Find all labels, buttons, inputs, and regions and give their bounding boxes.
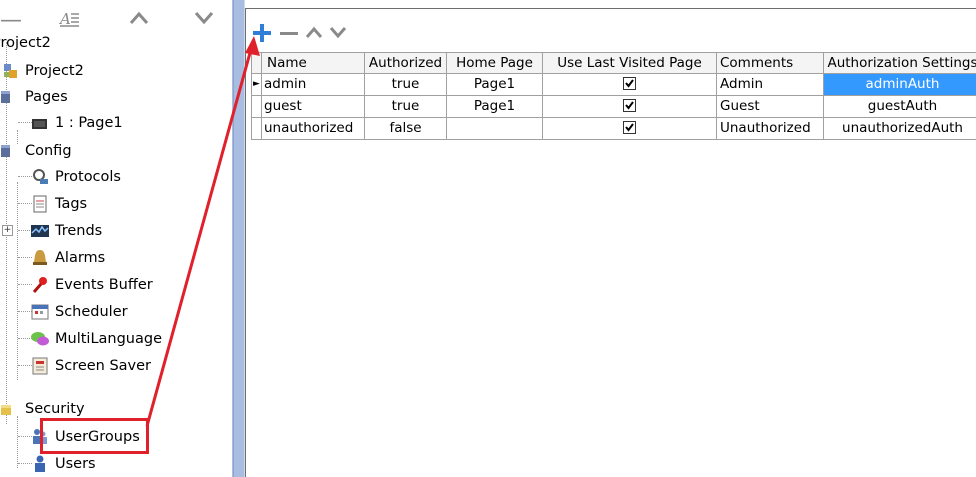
tree-item-label: Security [25, 401, 85, 417]
tree-item-label: Users [55, 456, 96, 472]
tree-item-page1[interactable]: 1 : Page1 [30, 110, 123, 136]
cell-name[interactable]: unauthorized [262, 118, 365, 140]
tree-item-users[interactable]: Users [30, 451, 96, 477]
events-buffer-icon [30, 275, 50, 295]
properties-icon[interactable]: A [58, 8, 80, 34]
splitter-edge [233, 0, 234, 477]
multilanguage-icon [30, 329, 50, 349]
grid-toolbar [245, 10, 976, 44]
cell-use-last-visited-page[interactable] [543, 118, 717, 140]
trends-icon [30, 221, 50, 241]
tree-item-label: Screen Saver [55, 358, 152, 374]
tree-item-trends[interactable]: Trends [30, 218, 102, 244]
cell-home-page[interactable] [447, 118, 543, 140]
cell-authorization-settings-selected[interactable]: adminAuth [824, 74, 976, 96]
panel-border [245, 9, 246, 477]
page-icon [30, 113, 50, 133]
tree-item-config[interactable]: Config [0, 138, 72, 164]
remove-row-icon[interactable] [278, 22, 300, 48]
tree-item-project2[interactable]: Project2 [0, 58, 84, 84]
move-row-up-icon[interactable] [304, 24, 324, 44]
cell-home-page[interactable]: Page1 [447, 74, 543, 96]
user-groups-editor: Name Authorized Home Page Use Last Visit… [245, 0, 976, 477]
use-last-visited-checkbox[interactable] [623, 76, 636, 90]
column-header-use-last-visited-page[interactable]: Use Last Visited Page [543, 52, 717, 74]
tree-item-label: 1 : Page1 [55, 115, 123, 131]
tags-icon [30, 194, 50, 214]
cell-authorized[interactable]: false [365, 118, 447, 140]
tree-connector [17, 182, 18, 380]
tree-root[interactable]: Project2 [0, 30, 51, 56]
tree-item-label: Tags [55, 196, 88, 212]
scheduler-icon [30, 302, 50, 322]
move-down-icon[interactable] [193, 10, 215, 30]
cell-use-last-visited-page[interactable] [543, 96, 717, 118]
cell-name[interactable]: admin [262, 74, 365, 96]
tree-item-label: Config [25, 143, 72, 159]
tree-item-label: Trends [55, 223, 103, 239]
project-icon [0, 61, 20, 81]
row-header [251, 96, 262, 118]
tree-item-tags[interactable]: Tags [30, 191, 87, 217]
current-row-indicator-icon: ► [251, 74, 262, 96]
use-last-visited-checkbox[interactable] [623, 98, 636, 112]
row-header [251, 118, 262, 140]
column-header-name[interactable]: Name [262, 52, 365, 74]
tree-item-label: MultiLanguage [55, 331, 163, 347]
cell-home-page[interactable]: Page1 [447, 96, 543, 118]
cell-authorized[interactable]: true [365, 96, 447, 118]
column-header-comments[interactable]: Comments [717, 52, 824, 74]
expand-icon[interactable]: + [2, 225, 13, 236]
folder-icon [0, 87, 20, 107]
column-header-home-page[interactable]: Home Page [447, 52, 543, 74]
column-header-authorized[interactable]: Authorized [365, 52, 447, 74]
tree-connector [17, 416, 18, 468]
cell-authorized[interactable]: true [365, 74, 447, 96]
alarms-icon [30, 248, 50, 268]
cell-name[interactable]: guest [262, 96, 365, 118]
tree-item-label: Alarms [55, 250, 106, 266]
row-header-corner [251, 52, 262, 74]
tree-item-pages[interactable]: Pages [0, 84, 68, 110]
tree-item-label: Project2 [25, 63, 84, 79]
tree-item-multilanguage[interactable]: MultiLanguage [30, 326, 162, 352]
protocols-icon [30, 167, 50, 187]
cell-comments[interactable]: Unauthorized [717, 118, 824, 140]
add-row-icon[interactable] [251, 22, 273, 48]
project-tree-panel: — A Project2 [0, 0, 232, 477]
cell-use-last-visited-page[interactable] [543, 74, 717, 96]
cell-comments[interactable]: Guest [717, 96, 824, 118]
tree-item-screen-saver[interactable]: Screen Saver [30, 353, 151, 379]
tree-item-label: Protocols [55, 169, 121, 185]
tree-item-label: Scheduler [55, 304, 128, 320]
tree-item-label: Pages [25, 89, 68, 105]
users-icon [30, 454, 50, 474]
tree-item-alarms[interactable]: Alarms [30, 245, 105, 271]
cell-comments[interactable]: Admin [717, 74, 824, 96]
screen-saver-icon [30, 356, 50, 376]
folder-icon [0, 141, 20, 161]
move-row-down-icon[interactable] [328, 24, 348, 44]
tree-item-label: Events Buffer [55, 277, 153, 293]
cell-authorization-settings[interactable]: unauthorizedAuth [824, 118, 976, 140]
tree-item-protocols[interactable]: Protocols [30, 164, 121, 190]
tree-item-scheduler[interactable]: Scheduler [30, 299, 128, 325]
cell-authorization-settings[interactable]: guestAuth [824, 96, 976, 118]
use-last-visited-checkbox[interactable] [623, 120, 636, 134]
tree-item-events-buffer[interactable]: Events Buffer [30, 272, 153, 298]
move-up-icon[interactable] [128, 10, 150, 30]
column-header-authorization-settings[interactable]: Authorization Settings [824, 52, 976, 74]
usergroups-highlight-box [40, 418, 149, 454]
tree-root-label: Project2 [0, 35, 51, 51]
remove-icon[interactable]: — [0, 10, 22, 32]
panel-border [245, 8, 976, 9]
security-folder-icon [0, 399, 20, 419]
